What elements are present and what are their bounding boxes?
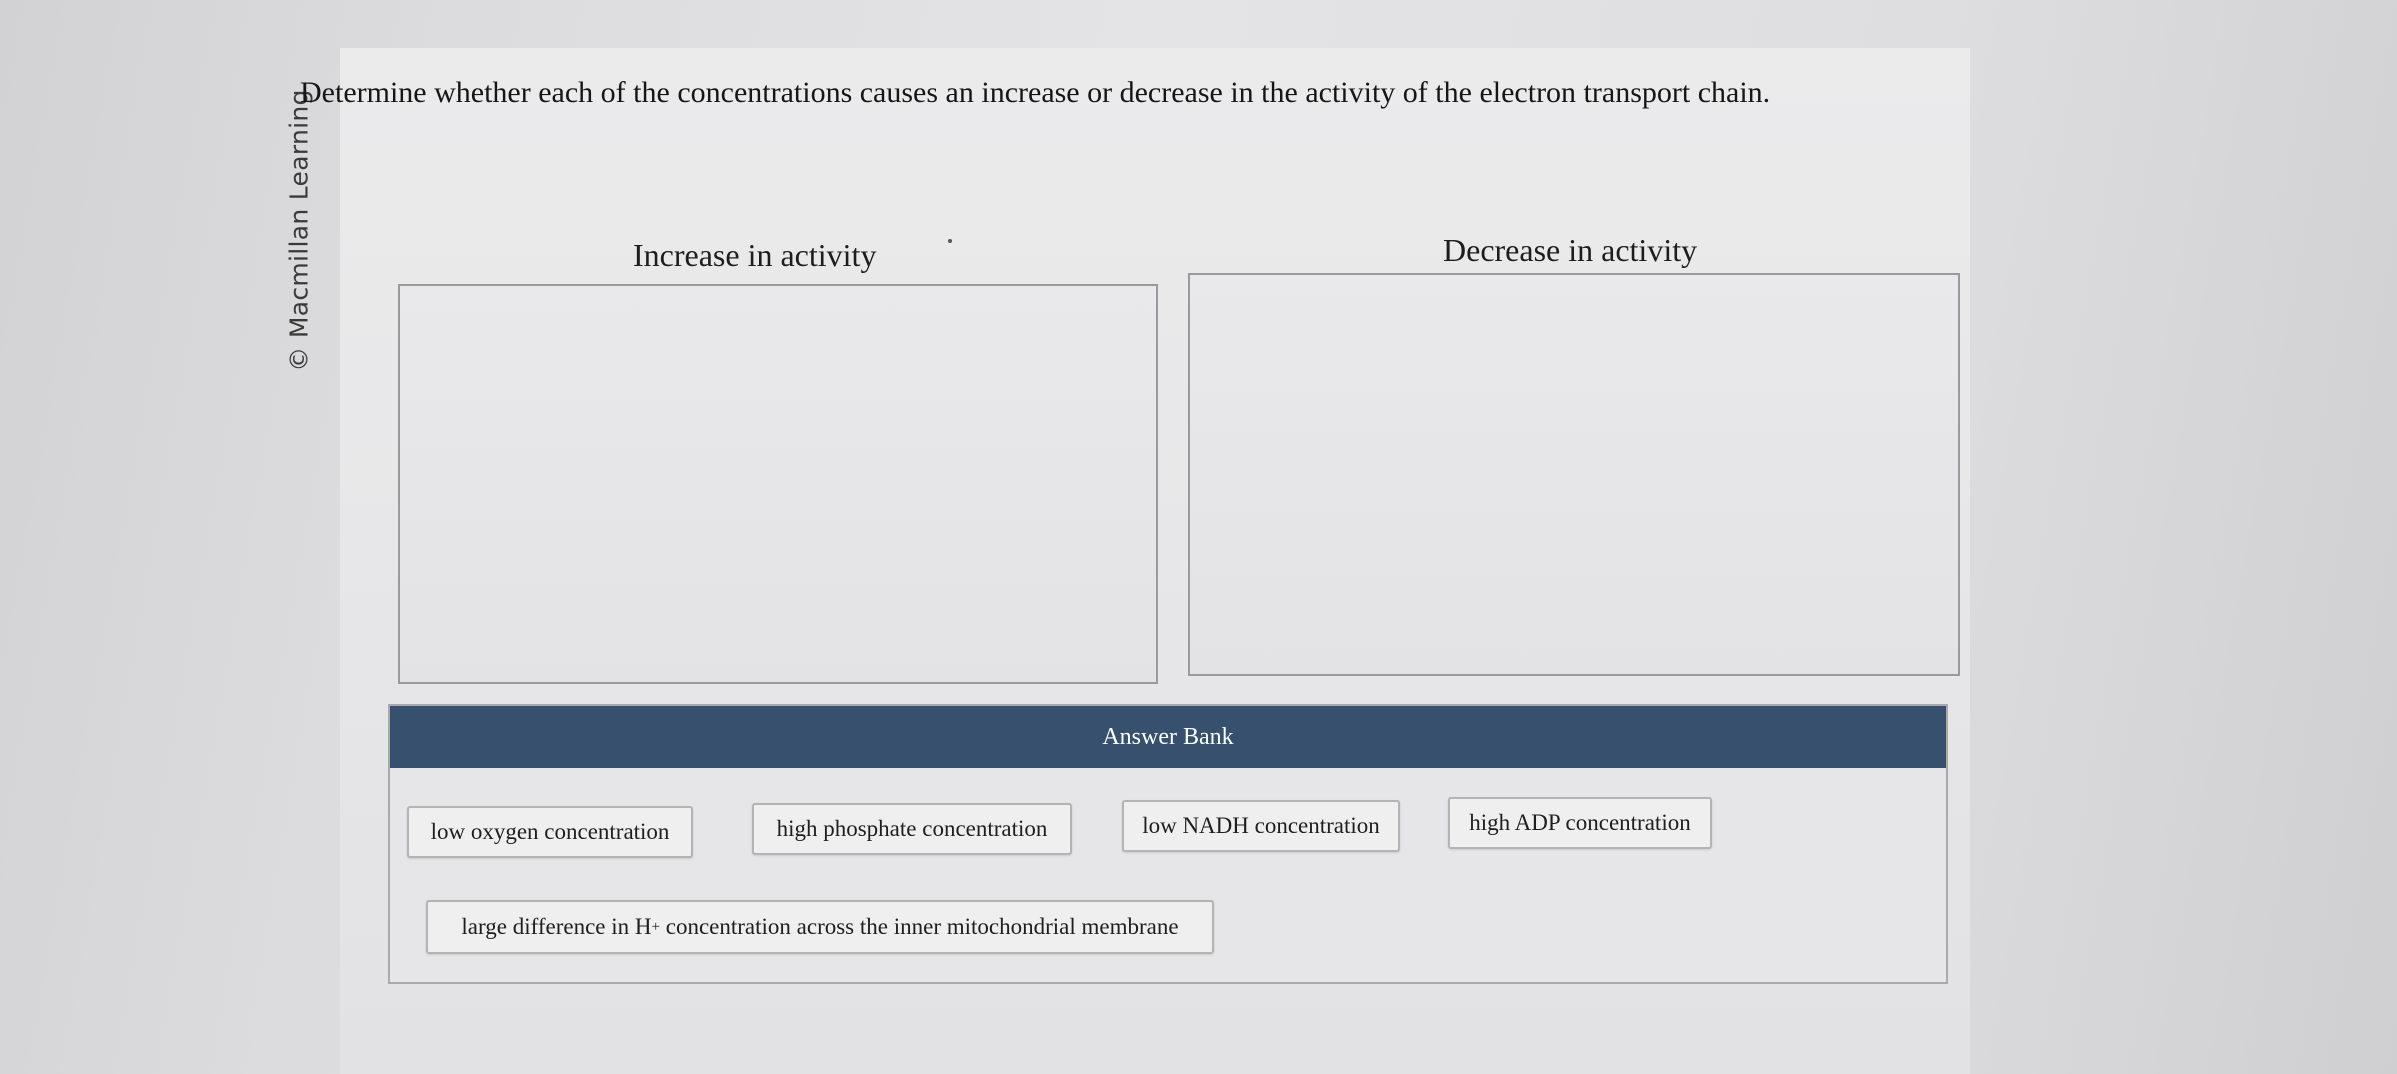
answer-chip-high-phosphate[interactable]: high phosphate concentration [752,803,1072,855]
decrease-column-title: Decrease in activity [1443,232,1698,268]
question-prompt: Determine whether each of the concentrat… [300,76,1771,109]
decrease-drop-zone[interactable] [1188,273,1960,676]
dust-speck [948,239,952,243]
increase-column-title: Increase in activity [633,237,877,273]
answer-bank-header: Answer Bank [390,706,1946,768]
answer-chip-h-gradient[interactable]: large difference in H + concentration acr… [426,900,1214,954]
copyright-text: © Macmillan Learning [284,88,314,372]
answer-chip-low-nadh[interactable]: low NADH concentration [1122,800,1400,852]
answer-bank: Answer Bank low oxygen concentration hig… [388,704,1948,984]
answer-chip-low-oxygen[interactable]: low oxygen concentration [407,806,693,858]
answer-chip-high-adp[interactable]: high ADP concentration [1448,797,1712,849]
h-gradient-text-end: concentration across the inner mitochond… [659,914,1179,939]
h-gradient-text-start: large difference in H [461,914,652,939]
copyright-watermark: © Macmillan Learning [282,88,316,372]
increase-drop-zone[interactable] [398,284,1158,684]
